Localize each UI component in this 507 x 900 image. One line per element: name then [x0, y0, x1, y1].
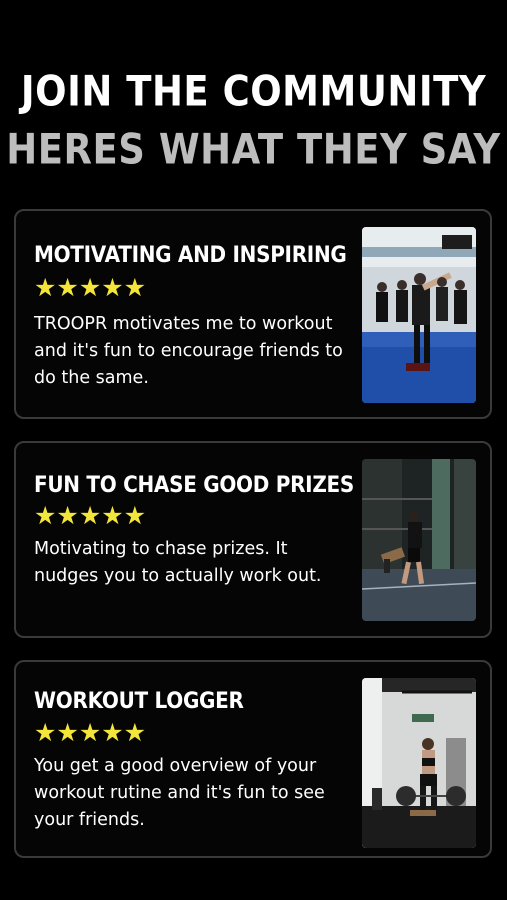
review-title: WORKOUT LOGGER — [34, 687, 244, 714]
sled-push-photo — [362, 459, 476, 621]
deadlift-photo — [362, 678, 476, 848]
review-card: FUN TO CHASE GOOD PRIZES ★★★★★ Motivatin… — [14, 441, 492, 638]
review-text: You get a good overview of your workout … — [34, 756, 325, 830]
group-gym-class-photo — [362, 227, 476, 403]
review-title: MOTIVATING AND INSPIRING — [34, 241, 347, 268]
page-subtitle: HERES WHAT THEY SAY — [6, 125, 501, 174]
page-title: JOIN THE COMMUNITY — [20, 67, 487, 116]
review-title: FUN TO CHASE GOOD PRIZES — [34, 471, 354, 498]
star-rating: ★★★★★ — [34, 501, 147, 530]
star-rating: ★★★★★ — [34, 718, 147, 747]
review-card: MOTIVATING AND INSPIRING ★★★★★ TROOPR mo… — [14, 209, 492, 419]
review-text: Motivating to chase prizes. It nudges yo… — [34, 539, 322, 586]
star-rating: ★★★★★ — [34, 273, 147, 302]
review-card: WORKOUT LOGGER ★★★★★ You get a good over… — [14, 660, 492, 858]
review-text: TROOPR motivates me to workout and it's … — [34, 314, 343, 388]
